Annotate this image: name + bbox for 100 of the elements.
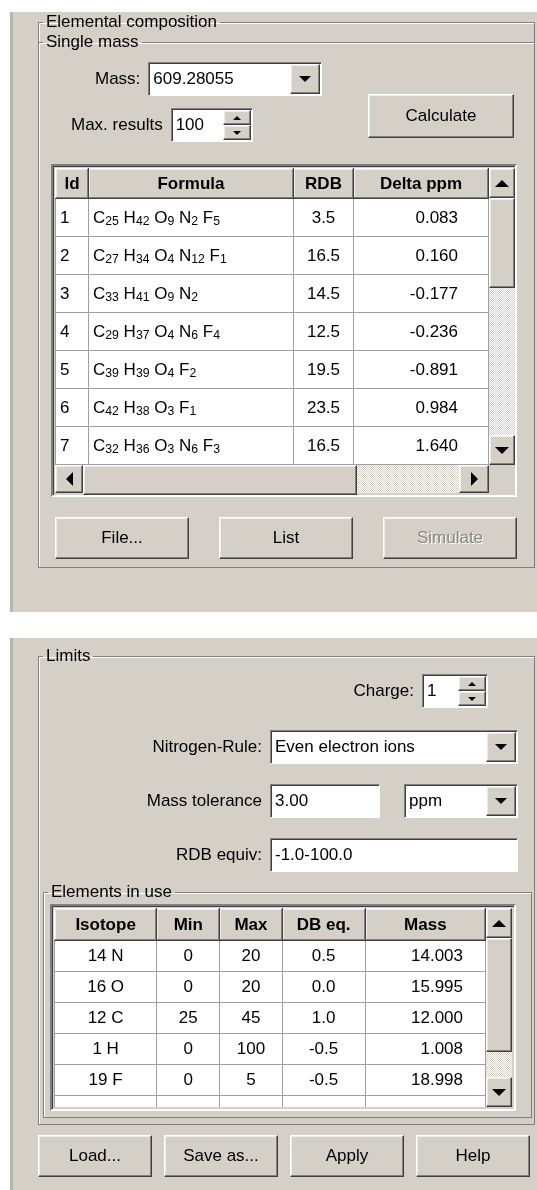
column-header[interactable]: Formula [88,168,294,199]
spinner-field[interactable]: 100 [170,108,253,142]
column-header[interactable]: DB eq. [282,908,366,941]
dropdown-button[interactable] [486,732,516,762]
table-cell: 1 H [54,1033,157,1065]
scroll-thumb[interactable] [489,198,515,288]
action-button[interactable]: File... [55,517,189,559]
table-cell: 1.008 [365,1033,486,1065]
table-cell: 0.5 [282,940,366,972]
spin-up-button[interactable] [222,110,251,125]
caret-icon [495,744,507,750]
table-cell: 20 [219,940,282,972]
spin-up-button[interactable] [458,676,486,691]
table-cell: 7 [55,426,89,465]
table-cell: C$_{33}$ H$_{41}$ O$_{9}$ N$_{2}$ [88,274,294,313]
table-cell: 20 [219,971,282,1003]
group-title: Elemental composition [45,12,219,32]
column-header[interactable]: Min [156,908,220,941]
table-cell: C$_{27}$ H$_{34}$ O$_{4}$ N$_{12}$ F$_{1}$ [88,236,294,275]
triangle-down-icon [232,130,241,135]
table-cell: 0.083 [353,198,489,237]
scroll-right-button[interactable] [459,465,489,493]
column-header[interactable]: Isotope [54,908,157,941]
table-cell: 19.5 [293,350,354,389]
mass-label: Mass: [95,69,141,89]
triangle-up-icon [232,115,241,120]
scroll-up-button[interactable] [489,168,515,198]
table-cell: 1.640 [353,426,489,465]
calculate-button[interactable]: Calculate [368,94,514,138]
dropdown-button[interactable] [486,786,516,816]
table-cell: 2 [55,236,89,275]
scroll-thumb[interactable] [486,938,512,1052]
table-cell: 3.5 [293,198,354,237]
scroll-down-button[interactable] [489,435,515,465]
column-header[interactable]: Id [55,168,89,199]
rdb-equiv-field[interactable]: -1.0-100.0 [270,838,518,872]
table-cell: -0.177 [353,274,489,313]
column-header[interactable]: RDB [293,168,354,199]
action-button[interactable]: Help [416,1135,530,1177]
action-button[interactable]: Save as... [164,1135,278,1177]
table-cell: 3 [55,274,89,313]
dropdown-field[interactable]: 609.28055 [148,62,323,96]
table-cell: 19 F [54,1064,157,1096]
max-results-label: Max. results [71,115,163,135]
group-title: Elements in use [50,882,173,902]
table-cell: 4 [55,312,89,351]
table-cell: 18.998 [365,1064,486,1096]
action-button[interactable]: Load... [38,1135,152,1177]
table-cell: 12.000 [365,1002,486,1034]
dropdown-field[interactable]: ppm [404,784,518,818]
table-cell: 16.5 [293,236,354,275]
table-cell: 14.5 [293,274,354,313]
scroll-left-button[interactable] [55,465,83,493]
dropdown-field[interactable]: Even electron ions [270,730,518,764]
group-title: Single mass [45,32,140,52]
table-cell: 1.0 [282,1002,366,1034]
table-cell: 0 [156,1033,220,1065]
scroll-down-button[interactable] [486,1077,512,1107]
table-cell: 5 [55,350,89,389]
column-header[interactable]: Max [219,908,282,941]
triangle-down-icon [495,446,509,454]
table-cell: 12.5 [293,312,354,351]
table-cell: 5 [219,1064,282,1096]
triangle-down-icon [492,1088,506,1096]
scroll-up-button[interactable] [486,908,512,938]
charge-label: Charge: [353,681,414,701]
table-cell: -0.236 [353,312,489,351]
table-cell: C$_{25}$ H$_{42}$ O$_{9}$ N$_{2}$ F$_{5}$ [88,198,294,237]
table-cell: 16 O [54,971,157,1003]
dropdown-button[interactable] [290,64,321,94]
table-cell: 14.003 [365,940,486,972]
action-button[interactable]: Apply [290,1135,404,1177]
table-cell: 0.0 [282,971,366,1003]
triangle-up-icon [495,179,509,187]
table-cell: 14 N [54,940,157,972]
table-cell: 0.160 [353,236,489,275]
column-header[interactable]: Mass [365,908,486,941]
scroll-track[interactable] [486,1052,512,1077]
spinner-field[interactable]: 1 [422,674,488,708]
column-header[interactable]: Delta ppm [353,168,489,199]
triangle-left-icon [65,472,73,486]
table-cell: 15.995 [365,971,486,1003]
table-cell: 0 [156,940,220,972]
table-cell: 45 [219,1002,282,1034]
table-cell: -0.5 [282,1033,366,1065]
spin-down-button[interactable] [458,691,486,706]
triangle-up-icon [492,919,506,927]
table-cell: C$_{32}$ H$_{36}$ O$_{3}$ N$_{6}$ F$_{3}$ [88,426,294,465]
spin-down-button[interactable] [222,125,251,140]
scroll-thumb[interactable] [83,465,357,495]
mass-tolerance-field[interactable]: 3.00 [270,784,380,818]
table-cell: -0.891 [353,350,489,389]
action-button[interactable]: List [219,517,353,559]
caret-icon [495,798,507,804]
table-cell: 12 C [54,1002,157,1034]
table-cell: 23.5 [293,388,354,427]
table-cell: 0.984 [353,388,489,427]
table-cell: C$_{29}$ H$_{37}$ O$_{4}$ N$_{6}$ F$_{4}$ [88,312,294,351]
mass-tolerance-label: Mass tolerance [145,791,262,811]
table-cell: 25 [156,1002,220,1034]
